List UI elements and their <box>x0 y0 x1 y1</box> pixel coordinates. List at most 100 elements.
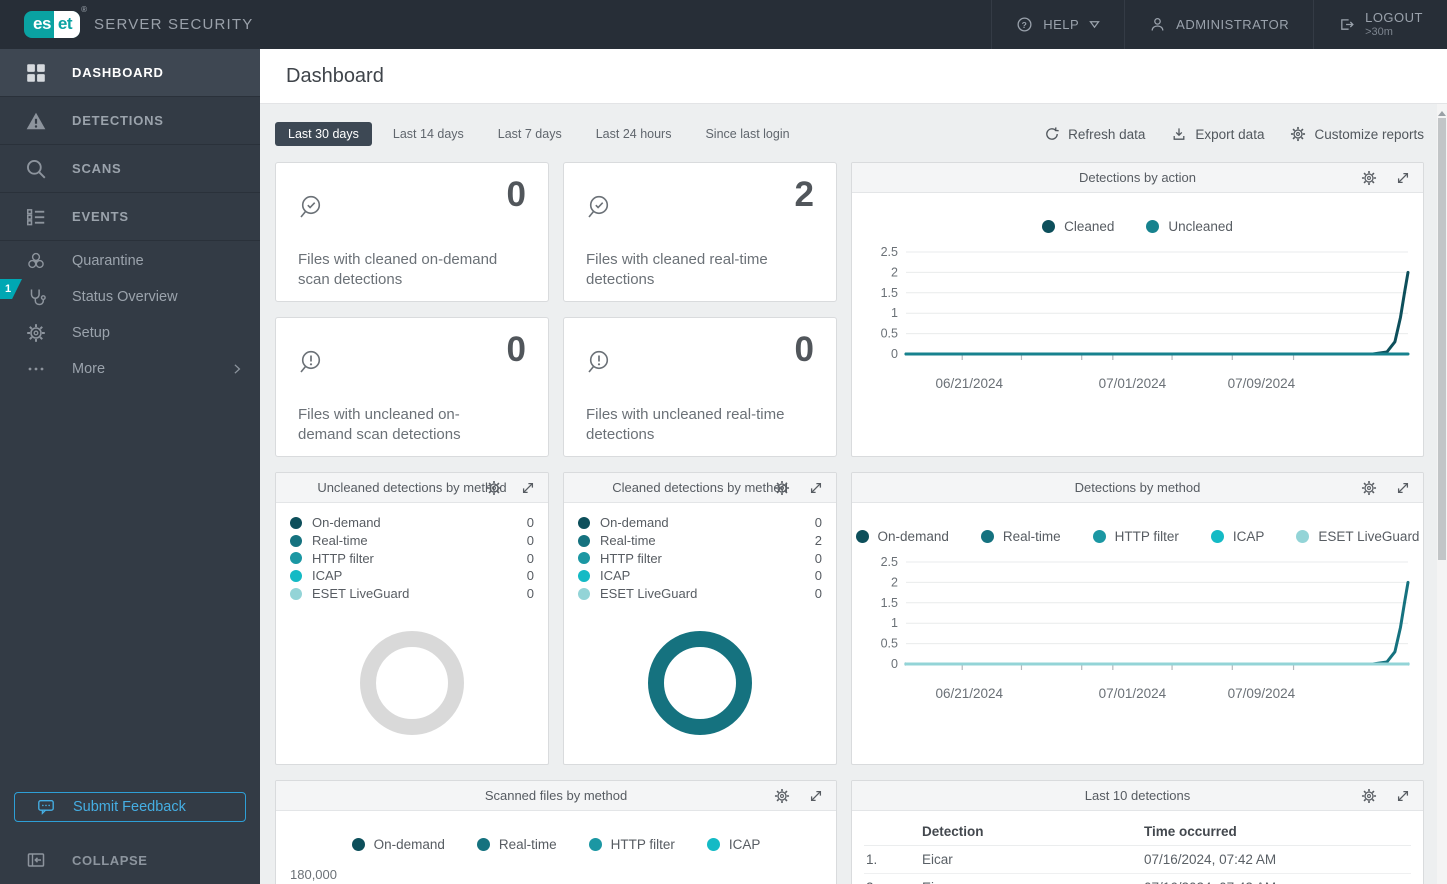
logout-icon <box>1338 16 1355 33</box>
svg-text:07/01/2024: 07/01/2024 <box>1098 686 1166 701</box>
method-row: ICAP 0 <box>290 567 534 585</box>
top-bar: es et ® SERVER SECURITY HELP ADMINISTRAT… <box>0 0 1447 49</box>
refresh-data-button[interactable]: Refresh data <box>1044 126 1145 142</box>
sidebar-item-more[interactable]: More <box>0 351 260 387</box>
svg-text:07/01/2024: 07/01/2024 <box>1098 376 1166 391</box>
logout-button[interactable]: LOGOUT >30m <box>1313 0 1447 49</box>
card-value: 0 <box>506 330 526 369</box>
submit-feedback-button[interactable]: Submit Feedback <box>14 792 246 822</box>
biohazard-icon <box>0 251 72 271</box>
tab-last-7-days[interactable]: Last 7 days <box>485 122 575 146</box>
card-cleaned-real-time: 2 Files with cleaned real-time detection… <box>563 162 837 302</box>
svg-text:2.5: 2.5 <box>880 245 897 259</box>
dashboard-scroll-area: Last 30 days Last 14 days Last 7 days La… <box>260 104 1437 884</box>
svg-text:1: 1 <box>891 306 898 320</box>
gear-icon[interactable] <box>774 788 790 804</box>
svg-text:0.5: 0.5 <box>880 327 897 341</box>
tab-since-last-login[interactable]: Since last login <box>692 122 802 146</box>
card-label: Files with cleaned on-demand scan detect… <box>298 251 498 289</box>
chart-legend: On-demand Real-time HTTP filter ICAP <box>276 837 836 852</box>
scrollbar-thumb[interactable] <box>1438 118 1446 560</box>
gear-icon[interactable] <box>1361 480 1377 496</box>
person-icon <box>1149 16 1166 33</box>
logo-text-right: et <box>53 11 81 38</box>
sidebar-item-scans[interactable]: SCANS <box>0 145 260 193</box>
card-uncleaned-real-time: 0 Files with uncleaned real-time detecti… <box>563 317 837 457</box>
panel-uncleaned-detections-by-method: Uncleaned detections by method On-demand… <box>275 472 549 765</box>
detections-by-action-chart: 0 0.5 1 1.5 2 2.5 06/21/2024 07/01/2024 07/09/20… <box>880 245 1409 391</box>
chevron-down-icon <box>1089 20 1100 29</box>
scan-alert-icon <box>586 348 616 378</box>
y-axis-top-label: 180,000 <box>290 867 337 882</box>
method-row: HTTP filter 0 <box>578 549 822 567</box>
legend-item: On-demand <box>855 529 949 544</box>
sidebar-item-detections[interactable]: DETECTIONS <box>0 97 260 145</box>
gear-icon <box>0 323 72 343</box>
expand-icon[interactable] <box>1395 788 1411 804</box>
expand-icon[interactable] <box>808 788 824 804</box>
legend-item: Cleaned <box>1042 219 1114 234</box>
card-value: 0 <box>506 175 526 214</box>
svg-text:2: 2 <box>891 575 898 589</box>
card-label: Files with uncleaned on-demand scan dete… <box>298 406 461 444</box>
help-label: HELP <box>1043 17 1080 32</box>
collapse-button[interactable]: COLLAPSE <box>0 838 260 882</box>
submit-feedback-label: Submit Feedback <box>73 799 186 815</box>
method-row: On-demand 0 <box>578 514 822 532</box>
method-row: HTTP filter 0 <box>290 549 534 567</box>
refresh-icon <box>1044 126 1060 142</box>
scroll-up-arrow[interactable] <box>1438 109 1446 117</box>
scan-clean-icon <box>298 193 328 223</box>
help-menu[interactable]: HELP <box>991 0 1124 49</box>
svg-text:1.5: 1.5 <box>880 596 897 610</box>
gear-icon[interactable] <box>774 480 790 496</box>
scan-alert-icon <box>298 348 328 378</box>
export-icon <box>1171 126 1187 142</box>
legend-item: HTTP filter <box>1092 529 1179 544</box>
sidebar-item-status-overview[interactable]: 1 Status Overview <box>0 279 260 315</box>
method-row: ESET LiveGuard 0 <box>290 585 534 603</box>
user-menu[interactable]: ADMINISTRATOR <box>1124 0 1313 49</box>
uncleaned-donut-chart <box>360 631 464 736</box>
gear-icon[interactable] <box>1361 788 1377 804</box>
sidebar-item-label: More <box>72 361 106 377</box>
method-legend-rows: On-demand 0 Real-time 0 HTTP filter 0 ICAP 0 ESE… <box>276 503 548 602</box>
tab-last-30-days[interactable]: Last 30 days <box>275 122 372 146</box>
expand-icon[interactable] <box>1395 480 1411 496</box>
svg-text:0: 0 <box>891 347 898 361</box>
sidebar-item-dashboard[interactable]: DASHBOARD <box>0 49 260 97</box>
tab-last-24-hours[interactable]: Last 24 hours <box>583 122 685 146</box>
sidebar-item-setup[interactable]: Setup <box>0 315 260 351</box>
svg-text:07/09/2024: 07/09/2024 <box>1227 686 1295 701</box>
gear-icon[interactable] <box>1361 170 1377 186</box>
card-value: 2 <box>794 175 814 214</box>
expand-icon[interactable] <box>520 480 536 496</box>
chevron-right-icon <box>230 362 244 376</box>
customize-reports-button[interactable]: Customize reports <box>1290 126 1424 142</box>
legend-item: HTTP filter <box>588 837 675 852</box>
svg-text:1: 1 <box>891 616 898 630</box>
registered-mark: ® <box>81 5 88 14</box>
gear-icon[interactable] <box>486 480 502 496</box>
panel-title: Detections by method <box>1074 480 1201 495</box>
column-detection: Detection <box>922 824 984 839</box>
method-legend-rows: On-demand 0 Real-time 2 HTTP filter 0 ICAP 0 ESE… <box>564 503 836 602</box>
sidebar-item-label: Status Overview <box>72 289 178 305</box>
page-header: Dashboard <box>260 49 1447 104</box>
expand-icon[interactable] <box>808 480 824 496</box>
help-circle-icon <box>1016 16 1033 33</box>
export-data-button[interactable]: Export data <box>1171 126 1264 142</box>
detection-row[interactable]: 2.Eicar07/16/2024, 07:42 AM <box>864 874 1411 884</box>
panel-detections-by-method: Detections by method On-demand Real-time H… <box>851 472 1424 765</box>
detection-row[interactable]: 1. Eicar 07/16/2024, 07:42 AM <box>864 846 1411 874</box>
expand-icon[interactable] <box>1395 170 1411 186</box>
panel-cleaned-detections-by-method: Cleaned detections by method On-demand 0 R… <box>563 472 837 765</box>
svg-text:06/21/2024: 06/21/2024 <box>935 376 1003 391</box>
sidebar-item-events[interactable]: EVENTS <box>0 193 260 241</box>
sidebar-item-quarantine[interactable]: Quarantine <box>0 243 260 279</box>
tab-last-14-days[interactable]: Last 14 days <box>380 122 477 146</box>
scan-clean-icon <box>586 193 616 223</box>
panel-title: Detections by action <box>1078 170 1197 185</box>
svg-text:0: 0 <box>891 657 898 671</box>
user-label: ADMINISTRATOR <box>1176 17 1290 32</box>
